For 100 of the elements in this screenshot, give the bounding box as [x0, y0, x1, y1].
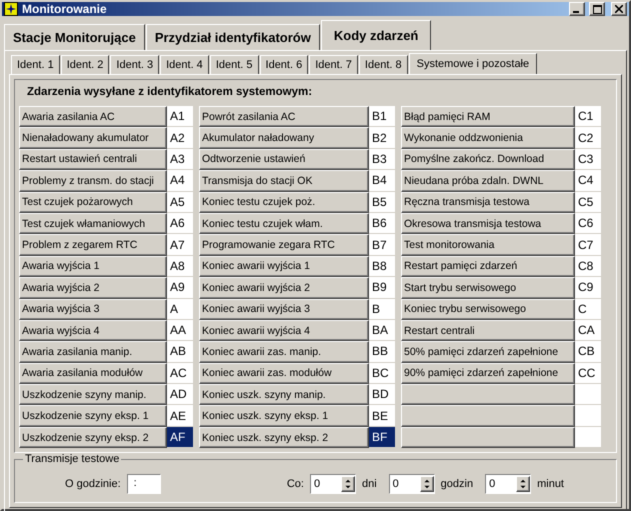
event-label: Restart centrali: [401, 320, 575, 342]
code-field[interactable]: BF: [369, 426, 395, 448]
code-field[interactable]: B9: [369, 277, 395, 299]
event-label: Uszkodzenie szyny eksp. 1: [19, 405, 167, 427]
code-field[interactable]: A: [167, 298, 193, 320]
code-field[interactable]: A3: [167, 148, 193, 170]
code-field[interactable]: [575, 384, 601, 406]
unit-label: minut: [537, 478, 564, 490]
spin-field[interactable]: 0: [310, 474, 356, 494]
event-label: Koniec testu czujek poż.: [199, 192, 369, 213]
code-field[interactable]: B3: [369, 148, 395, 170]
event-label: Wykonanie oddzwonienia: [401, 127, 575, 149]
code-field[interactable]: C4: [575, 170, 601, 192]
code-field[interactable]: C1: [575, 106, 601, 128]
event-label: Koniec uszk. szyny eksp. 2: [199, 426, 369, 448]
code-field[interactable]: A1: [167, 106, 193, 128]
code-field[interactable]: B5: [369, 192, 395, 213]
spin-arrows-icon[interactable]: [340, 476, 355, 492]
code-field[interactable]: C: [575, 298, 601, 320]
code-field[interactable]: C8: [575, 256, 601, 278]
code-field[interactable]: A7: [167, 234, 193, 256]
event-label: Błąd pamięci RAM: [401, 106, 575, 128]
tab[interactable]: Ident. 6: [260, 55, 308, 74]
code-field[interactable]: [575, 426, 601, 448]
code-field[interactable]: BD: [369, 384, 395, 406]
code-field[interactable]: B6: [369, 212, 395, 234]
event-label: Koniec awarii wyjścia 1: [199, 256, 369, 278]
code-field[interactable]: C5: [575, 192, 601, 213]
code-field[interactable]: AA: [167, 320, 193, 342]
event-label: Awaria wyjścia 2: [19, 277, 167, 299]
group-title: Transmisje testowe: [23, 453, 122, 466]
event-label: Powrót zasilania AC: [199, 106, 369, 128]
spin-field[interactable]: 0: [485, 474, 532, 494]
event-label: Koniec awarii wyjścia 4: [199, 320, 369, 342]
event-label: Okresowa transmisja testowa: [401, 212, 575, 234]
code-field[interactable]: BC: [369, 362, 395, 384]
code-field[interactable]: C9: [575, 277, 601, 299]
tab[interactable]: Ident. 8: [358, 55, 408, 74]
code-field[interactable]: AB: [167, 341, 193, 363]
code-field[interactable]: A6: [167, 212, 193, 234]
tab[interactable]: Kody zdarzeń: [320, 20, 432, 50]
code-field[interactable]: BB: [369, 341, 395, 363]
event-label: Start trybu serwisowego: [401, 277, 575, 299]
code-field[interactable]: C3: [575, 148, 601, 170]
code-field[interactable]: AF: [167, 426, 193, 448]
code-field[interactable]: A2: [167, 127, 193, 149]
code-field[interactable]: A9: [167, 277, 193, 299]
event-label: Koniec testu czujek włam.: [199, 212, 369, 234]
close-button[interactable]: [611, 2, 627, 16]
time-field[interactable]: :: [126, 474, 161, 494]
tab[interactable]: Ident. 1: [11, 55, 60, 74]
tab[interactable]: Ident. 7: [309, 55, 358, 74]
code-field[interactable]: A8: [167, 256, 193, 278]
event-label: Uszkodzenie szyny eksp. 2: [19, 426, 167, 448]
code-field[interactable]: B1: [369, 106, 395, 128]
event-label: Awaria wyjścia 3: [19, 298, 167, 320]
spin-arrows-icon[interactable]: [516, 476, 530, 492]
maximize-button[interactable]: [589, 2, 605, 16]
tab[interactable]: Systemowe i pozostałe: [408, 53, 538, 74]
code-field[interactable]: C2: [575, 127, 601, 149]
event-label: Odtworzenie ustawień: [199, 148, 369, 170]
code-field[interactable]: C7: [575, 234, 601, 256]
code-field[interactable]: CC: [575, 362, 601, 384]
event-label: Koniec uszk. szyny manip.: [199, 384, 369, 406]
code-field[interactable]: A4: [167, 170, 193, 192]
code-field[interactable]: B4: [369, 170, 395, 192]
code-field[interactable]: CB: [575, 341, 601, 363]
code-field[interactable]: A5: [167, 192, 193, 213]
code-field[interactable]: B7: [369, 234, 395, 256]
minimize-button[interactable]: [569, 2, 585, 16]
code-field[interactable]: BA: [369, 320, 395, 342]
event-label: Koniec trybu serwisowego: [401, 298, 575, 320]
group-title: Zdarzenia wysyłane z identyfikatorem systemowym:: [27, 86, 314, 98]
code-field[interactable]: AC: [167, 362, 193, 384]
code-field[interactable]: C6: [575, 212, 601, 234]
event-label: Awaria wyjścia 1: [19, 256, 167, 278]
event-label: Awaria zasilania manip.: [19, 341, 167, 363]
event-label: Pomyślne zakończ. Download: [401, 148, 575, 170]
tab[interactable]: Stacje Monitorujące: [4, 24, 145, 50]
code-field[interactable]: B: [369, 298, 395, 320]
event-label: Test monitorowania: [401, 234, 575, 256]
code-field[interactable]: [575, 405, 601, 427]
tab[interactable]: Ident. 2: [60, 55, 110, 74]
tab[interactable]: Przydział identyfikatorów: [146, 24, 320, 50]
maximize-icon: [592, 4, 602, 14]
code-field[interactable]: BE: [369, 405, 395, 427]
event-label: Koniec awarii wyjścia 3: [199, 298, 369, 320]
spin-arrows-icon[interactable]: [420, 476, 434, 492]
code-field[interactable]: AE: [167, 405, 193, 427]
code-field[interactable]: B2: [369, 127, 395, 149]
event-label: Nienaładowany akumulator: [19, 127, 167, 149]
tab[interactable]: Ident. 5: [210, 55, 259, 74]
code-field[interactable]: AD: [167, 384, 193, 406]
app-icon: [4, 2, 18, 16]
tab[interactable]: Ident. 4: [160, 55, 209, 74]
code-field[interactable]: B8: [369, 256, 395, 278]
code-field[interactable]: CA: [575, 320, 601, 342]
spin-field[interactable]: 0: [388, 474, 435, 494]
event-label: 90% pamięci zdarzeń zapełnione: [401, 362, 575, 384]
tab[interactable]: Ident. 3: [110, 55, 160, 74]
